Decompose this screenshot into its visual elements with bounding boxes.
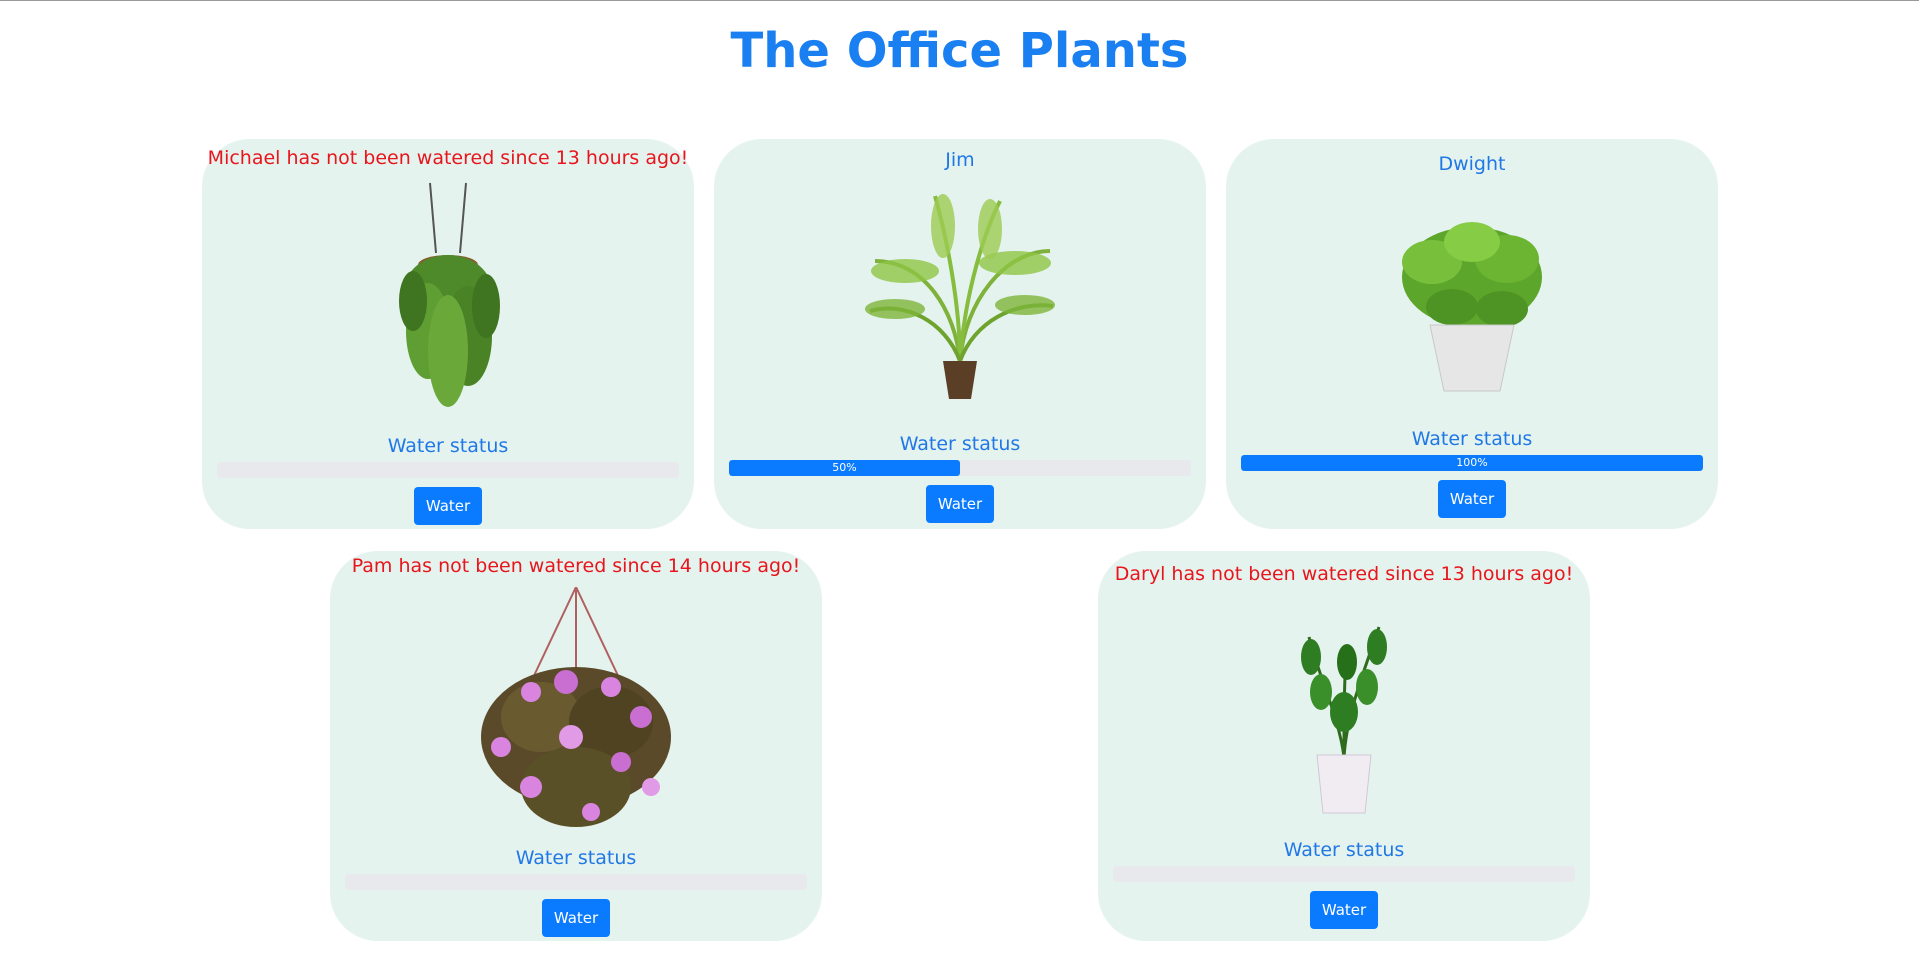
plant-header: Daryl has not been watered since 13 hour… bbox=[1114, 563, 1574, 585]
water-progress-fill: 50% bbox=[729, 460, 960, 476]
water-progress-bar: 100% bbox=[1241, 455, 1703, 471]
plant-card-michael: Michael has not been watered since 13 ho… bbox=[202, 139, 694, 529]
plant-header: Pam has not been watered since 14 hours … bbox=[351, 555, 801, 577]
water-button[interactable]: Water bbox=[1310, 891, 1378, 929]
water-button[interactable]: Water bbox=[414, 487, 482, 525]
water-status-label: Water status bbox=[387, 435, 509, 457]
water-status-label: Water status bbox=[515, 847, 637, 869]
hanging-fern-icon bbox=[399, 182, 500, 407]
plant-card-jim: Jim Water status 50% Water bbox=[714, 139, 1206, 529]
water-button[interactable]: Water bbox=[1438, 480, 1506, 518]
page-title: The Office Plants bbox=[730, 23, 1189, 79]
water-status-label: Water status bbox=[1411, 428, 1533, 450]
water-progress-bar: 50% bbox=[729, 460, 1191, 476]
water-button[interactable]: Water bbox=[926, 485, 994, 523]
palm-plant-icon bbox=[865, 194, 1055, 399]
plant-card-dwight: Dwight Water status 100% Water bbox=[1226, 139, 1718, 529]
plant-header: Jim bbox=[945, 149, 975, 171]
water-button[interactable]: Water bbox=[542, 899, 610, 937]
water-status-label: Water status bbox=[899, 433, 1021, 455]
plant-header: Dwight bbox=[1438, 153, 1506, 175]
plant-header: Michael has not been watered since 13 ho… bbox=[207, 147, 689, 169]
zz-plant-icon bbox=[1301, 626, 1387, 814]
hanging-flower-basket-icon bbox=[481, 587, 671, 827]
water-progress-bar bbox=[217, 462, 679, 478]
water-progress-bar bbox=[1113, 866, 1575, 882]
plant-card-daryl: Daryl has not been watered since 13 hour… bbox=[1098, 551, 1590, 941]
potted-pothos-icon bbox=[1402, 222, 1542, 392]
water-status-label: Water status bbox=[1283, 839, 1405, 861]
plant-card-pam: Pam has not been watered since 14 hours … bbox=[330, 551, 822, 941]
water-progress-bar bbox=[345, 874, 807, 890]
water-progress-fill: 100% bbox=[1241, 455, 1703, 471]
